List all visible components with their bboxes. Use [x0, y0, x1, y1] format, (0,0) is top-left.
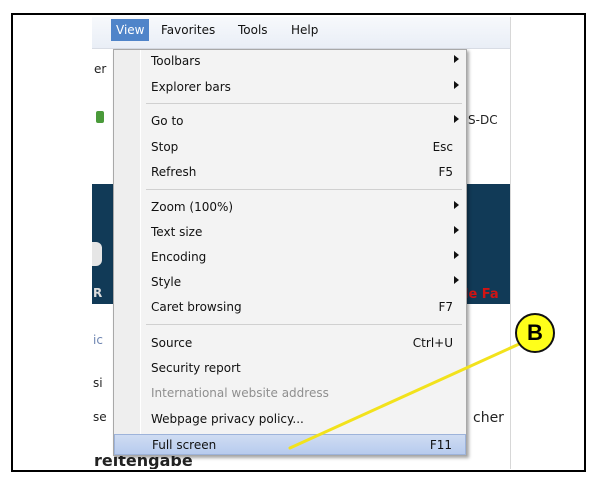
callout-badge: B — [515, 313, 555, 353]
callout-leader-line — [288, 338, 530, 450]
